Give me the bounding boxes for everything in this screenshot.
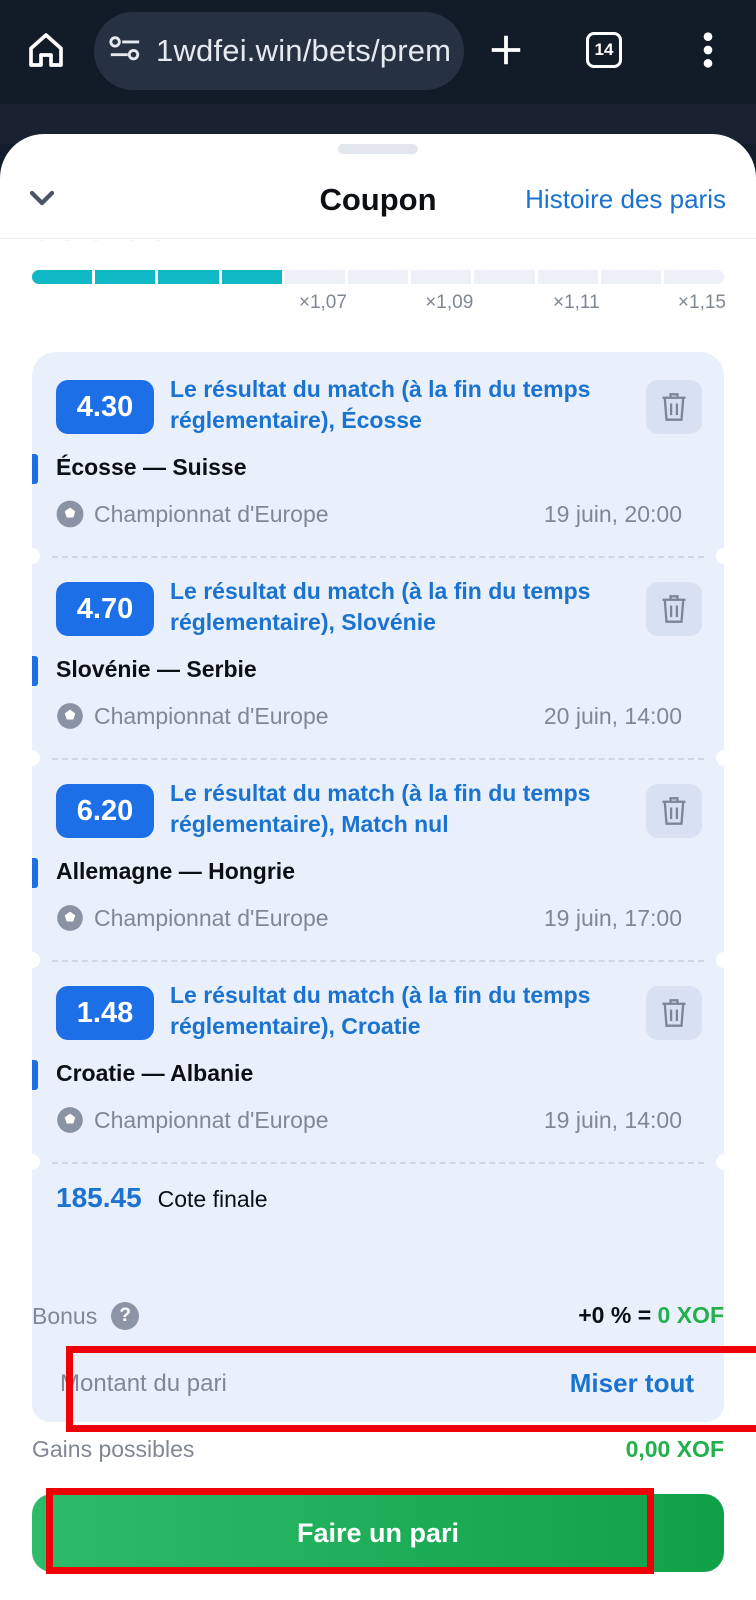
browser-toolbar: 1wdfei.win/bets/prem 14 [0, 0, 756, 104]
match-teams: Slovénie — Serbie [56, 656, 257, 682]
progress-segment [600, 270, 661, 284]
tab-count: 14 [586, 32, 622, 68]
bonus-value: +0 % = 0 XOF [578, 1302, 724, 1329]
help-icon[interactable]: ? [111, 1302, 140, 1330]
match-date: 19 juin, 20:00 [543, 500, 682, 527]
express-progress-bar [32, 270, 725, 284]
total-odds-label: Cote finale [157, 1186, 268, 1212]
bet-item: 6.20 Le résultat du match (à la fin du t… [32, 756, 724, 962]
multiplier-label: ×1,07 [298, 292, 347, 313]
league-name: Championnat d'Europe [94, 500, 329, 527]
tab-switcher-button[interactable]: 14 [576, 22, 632, 78]
total-odds-row: 185.45 Cote finale [56, 1182, 268, 1214]
league-name: Championnat d'Europe [94, 904, 329, 931]
stake-field[interactable]: Miser tout [32, 1346, 724, 1422]
odds-badge: 4.70 [56, 582, 154, 636]
league-name: Championnat d'Europe [94, 702, 329, 729]
match-date: 19 juin, 17:00 [543, 904, 682, 931]
multiplier-label: ×1,11 [552, 292, 600, 313]
bet-market[interactable]: Le résultat du match (à la fin du temps … [170, 778, 630, 840]
possible-gains-label: Gains possibles [32, 1436, 195, 1462]
bet-market[interactable]: Le résultat du match (à la fin du temps … [170, 374, 630, 436]
stake-input[interactable] [60, 1346, 500, 1422]
football-icon [57, 905, 83, 931]
bet-stripe [32, 656, 38, 686]
progress-segment [663, 270, 725, 284]
delete-bet-button[interactable] [646, 784, 702, 838]
trash-icon [662, 393, 686, 421]
odds-badge: 1.48 [56, 986, 154, 1040]
bet-market[interactable]: Le résultat du match (à la fin du temps … [170, 980, 630, 1042]
match-teams: Écosse — Suisse [56, 454, 247, 480]
bet-market[interactable]: Le résultat du match (à la fin du temps … [170, 576, 630, 638]
scrolled-section-label: Crénement [32, 216, 161, 246]
site-settings-icon[interactable] [108, 34, 142, 69]
url-text: 1wdfei.win/bets/prem [156, 33, 452, 68]
progress-segment [95, 270, 156, 284]
multiplier-label: ×1,15 [677, 292, 726, 313]
bet-separator [52, 1162, 704, 1164]
bet-item: 1.48 Le résultat du match (à la fin du t… [32, 958, 724, 1164]
progress-segment [474, 270, 535, 284]
address-bar[interactable]: 1wdfei.win/bets/prem [94, 12, 464, 90]
bet-stripe [32, 858, 38, 888]
bonus-label: Bonus [32, 1302, 98, 1329]
trash-icon [662, 999, 686, 1027]
progress-segment [537, 270, 598, 284]
match-date: 19 juin, 14:00 [543, 1106, 682, 1133]
multiplier-label: ×1,09 [425, 292, 474, 313]
place-bet-button[interactable]: Faire un pari [32, 1494, 724, 1572]
match-teams: Allemagne — Hongrie [56, 858, 295, 884]
new-tab-icon[interactable] [478, 22, 534, 78]
possible-gains-value: 0,00 XOF [625, 1436, 724, 1462]
match-date: 20 juin, 14:00 [543, 702, 682, 729]
header-divider [0, 238, 756, 239]
delete-bet-button[interactable] [646, 986, 702, 1040]
total-odds-value: 185.45 [56, 1182, 142, 1213]
more-menu-icon[interactable] [680, 22, 736, 78]
home-icon[interactable] [18, 22, 74, 78]
bonus-row: Bonus ? [32, 1302, 140, 1330]
progress-segment [411, 270, 472, 284]
bet-stripe [32, 454, 38, 484]
football-icon [57, 703, 83, 729]
trash-icon [662, 797, 686, 825]
sheet-handle[interactable] [338, 144, 418, 154]
bet-item: 4.30 Le résultat du match (à la fin du t… [32, 352, 724, 558]
match-teams: Croatie — Albanie [56, 1060, 254, 1086]
bonus-prefix: +0 % = [578, 1302, 652, 1328]
progress-segment [284, 270, 345, 284]
bet-all-button[interactable]: Miser tout [570, 1368, 694, 1399]
odds-badge: 6.20 [56, 784, 154, 838]
football-icon [56, 500, 84, 528]
bonus-amount: 0 XOF [657, 1302, 724, 1328]
trash-icon [662, 595, 686, 623]
bet-stripe [32, 1060, 38, 1090]
odds-badge: 4.30 [56, 380, 154, 434]
bet-history-link[interactable]: Histoire des paris [525, 184, 726, 215]
bets-list: 4.30 Le résultat du match (à la fin du t… [24, 352, 732, 1390]
progress-segment [158, 270, 219, 284]
progress-segment [221, 270, 282, 284]
progress-segment [32, 270, 93, 284]
delete-bet-button[interactable] [646, 380, 702, 434]
progress-segment [347, 270, 409, 284]
bet-item: 4.70 Le résultat du match (à la fin du t… [32, 554, 724, 760]
football-icon [57, 1107, 83, 1133]
delete-bet-button[interactable] [646, 582, 702, 636]
league-name: Championnat d'Europe [94, 1106, 329, 1133]
